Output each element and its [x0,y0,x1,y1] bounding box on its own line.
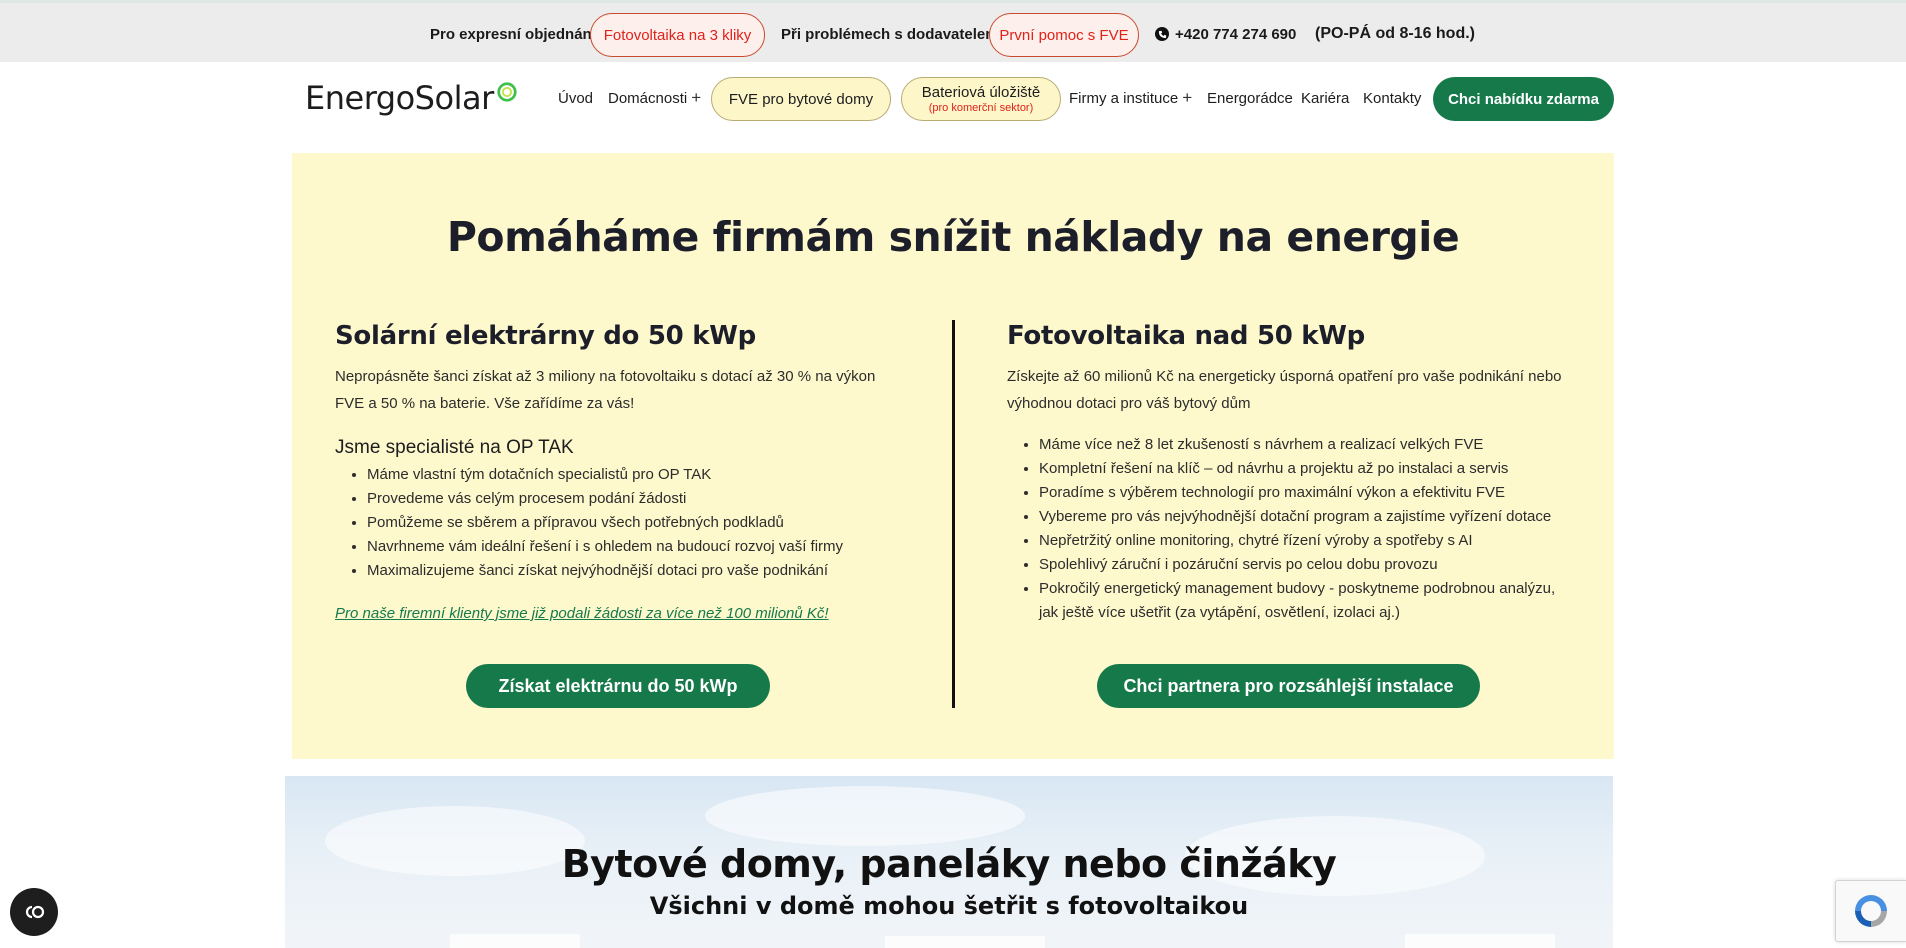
nav-career[interactable]: Kariéra [1301,80,1349,116]
hero-title: Pomáháme firmám snížit náklady na energi… [446,213,1460,261]
nav-companies-label: Firmy a instituce [1069,89,1179,107]
background-building [1405,934,1555,948]
list-item: Navrhneme vám ideální řešení i s ohledem… [367,535,905,559]
list-item: Kompletní řešení na klíč – od návrhu a p… [1039,457,1577,481]
logo[interactable]: EnergoSolar [305,76,518,120]
express-order-button[interactable]: Fotovoltaika na 3 kliky [590,13,765,57]
supplier-problem-label: Při problémech s dodavatelem [781,25,999,43]
opening-hours: (PO-PÁ od 8-16 hod.) [1315,25,1475,42]
background-building [450,934,580,948]
logo-text: EnergoSolar [305,79,494,117]
logo-ring-icon [497,82,517,102]
large-installation-partner-button[interactable]: Chci partnera pro rozsáhlejší instalace [1097,664,1480,708]
op-tak-list: Máme vlastní tým dotačních specialistů p… [367,463,905,583]
get-small-plant-button[interactable]: Získat elektrárnu do 50 kWp [466,664,770,708]
list-item: Máme více než 8 let zkušeností s návrhem… [1039,433,1577,457]
list-item: Poradíme s výběrem technologií pro maxim… [1039,481,1577,505]
list-item: Provedeme vás celým procesem podání žádo… [367,487,905,511]
large-fve-column: Fotovoltaika nad 50 kWp Získejte až 60 m… [1007,321,1577,625]
recaptcha-badge[interactable] [1835,880,1906,942]
recaptcha-icon [1855,895,1887,927]
cookie-settings-button[interactable] [10,888,58,936]
nav-battery-sublabel: (pro komerční sektor) [928,102,1034,114]
large-fve-list: Máme více než 8 let zkušeností s návrhem… [1039,433,1577,625]
plus-icon: + [1182,88,1193,107]
nav-apartments[interactable]: FVE pro bytové domy [711,77,891,121]
top-info-bar: Pro expresní objednání Fotovoltaika na 3… [0,0,1906,62]
large-fve-heading: Fotovoltaika nad 50 kWp [1007,321,1365,351]
phone-number: +420 774 274 690 [1175,25,1297,43]
list-item: Pokročilý energetický management budovy … [1039,577,1577,625]
phone-icon [1155,27,1169,41]
hero-section: Pomáháme firmám snížit náklady na energi… [292,153,1614,759]
list-item: Máme vlastní tým dotačních specialistů p… [367,463,905,487]
nav-energy-advisor[interactable]: Energorádce [1207,80,1293,116]
list-item: Vybereme pro vás nejvýhodnější dotační p… [1039,505,1577,529]
list-item: Pomůžeme se sběrem a přípravou všech pot… [367,511,905,535]
clients-note-link[interactable]: Pro naše firemní klienty jsme již podali… [335,605,905,622]
fve-first-aid-button[interactable]: První pomoc s FVE [989,13,1139,57]
list-item: Nepřetržitý online monitoring, chytré ří… [1039,529,1577,553]
small-fve-column: Solární elektrárny do 50 kWp Nepropásnět… [335,321,905,622]
background-cloud [705,786,1025,846]
express-order-label: Pro expresní objednání [430,25,596,43]
column-divider [952,320,955,708]
small-fve-heading: Solární elektrárny do 50 kWp [335,321,756,351]
nav-battery-label: Bateriová úložiště [921,84,1041,101]
nav-home[interactable]: Úvod [558,80,593,116]
cookie-settings-icon [25,905,45,919]
phone-link[interactable]: +420 774 274 690 [1155,3,1296,65]
nav-companies[interactable]: Firmy a instituce + [1069,80,1192,116]
nav-contacts[interactable]: Kontakty [1363,80,1421,116]
op-tak-heading: Jsme specialisté na OP TAK [335,437,574,458]
section-title: Bytové domy, paneláky nebo činžáky [561,842,1337,886]
background-building [885,936,1045,948]
large-fve-text: Získejte až 60 milionů Kč na energeticky… [1007,368,1562,412]
apartment-buildings-section: Bytové domy, paneláky nebo činžáky Všich… [285,776,1613,948]
free-offer-button[interactable]: Chci nabídku zdarma [1433,77,1614,121]
section-subtitle: Všichni v domě mohou šetřit s fotovoltai… [649,892,1249,920]
list-item: Maximalizujeme šanci získat nejvýhodnějš… [367,559,905,583]
nav-households-label: Domácnosti [608,89,688,107]
nav-households[interactable]: Domácnosti + [608,80,701,116]
plus-icon: + [691,88,702,107]
small-fve-text: Nepropásněte šanci získat až 3 miliony n… [335,368,876,412]
list-item: Spolehlivý záruční i pozáruční servis po… [1039,553,1577,577]
nav-apartments-label: FVE pro bytové domy [728,90,874,108]
nav-battery-storage[interactable]: Bateriová úložiště (pro komerční sektor) [901,77,1061,121]
